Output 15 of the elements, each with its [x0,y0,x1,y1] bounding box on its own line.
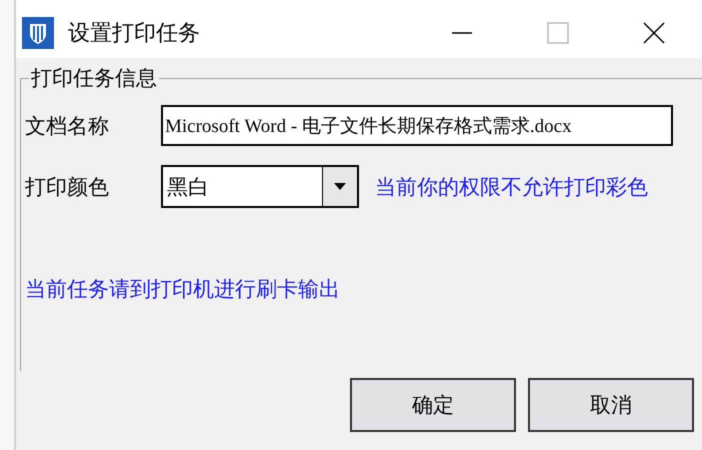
document-name-field[interactable]: Microsoft Word - 电子文件长期保存格式需求.docx [161,105,673,146]
ok-button[interactable]: 确定 [350,378,516,432]
window-title: 设置打印任务 [68,20,201,48]
minimize-icon [451,32,473,34]
cancel-button[interactable]: 取消 [528,378,694,432]
group-title: 打印任务信息 [29,65,159,91]
permission-note: 当前你的权限不允许打印彩色 [375,174,648,200]
task-message: 当前任务请到打印机进行刷卡输出 [25,276,340,303]
maximize-icon [547,22,569,44]
field-label: 打印颜色 [25,174,110,200]
close-icon [643,22,665,44]
color-dropdown[interactable]: 黑白 [161,165,359,208]
app-icon [22,17,54,49]
field-label: 文档名称 [25,112,110,140]
caret-icon [334,183,346,190]
